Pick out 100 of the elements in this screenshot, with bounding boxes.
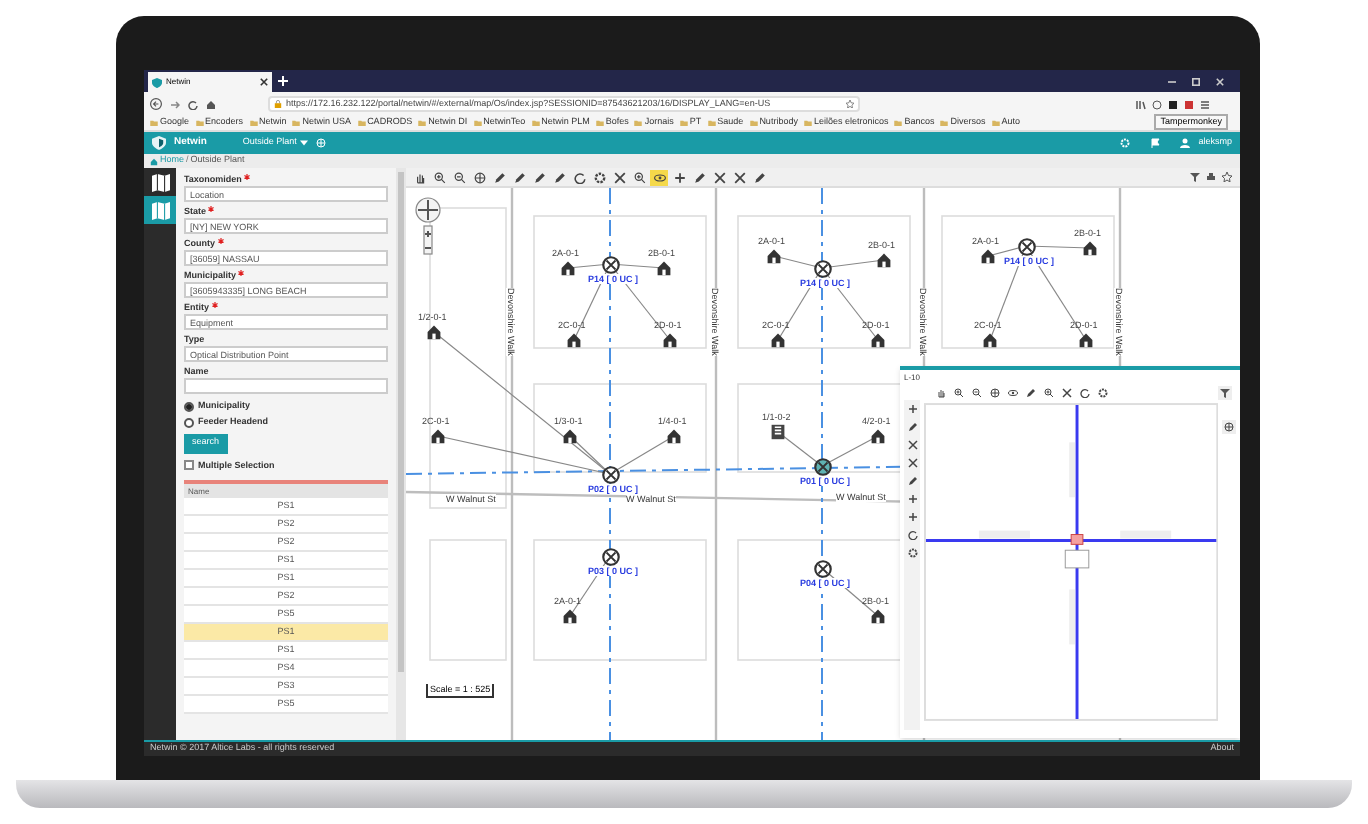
- house-icon[interactable]: [426, 324, 442, 340]
- map-tool-button[interactable]: [932, 385, 948, 399]
- back-icon[interactable]: [150, 98, 162, 110]
- refresh-icon: [573, 171, 585, 183]
- globe-button[interactable]: [1222, 420, 1236, 434]
- splitter-node-icon[interactable]: [1017, 237, 1035, 255]
- sync-icon[interactable]: [1152, 99, 1162, 109]
- close-icon[interactable]: [260, 78, 268, 86]
- house-icon[interactable]: [1078, 332, 1094, 348]
- folder-icon: [894, 120, 903, 126]
- map-tool-button[interactable]: [750, 169, 768, 185]
- map-tool-button[interactable]: [690, 169, 708, 185]
- map-tool-button[interactable]: [590, 169, 608, 185]
- house-icon[interactable]: [876, 252, 892, 268]
- house-icon[interactable]: [662, 332, 678, 348]
- filter-icon[interactable]: [1190, 172, 1200, 182]
- map-tool-button[interactable]: [730, 169, 748, 185]
- minimize-icon[interactable]: [1168, 77, 1176, 85]
- splitter-node-icon[interactable]: [813, 457, 831, 475]
- map-tool-button[interactable]: [470, 169, 488, 185]
- menu-icon[interactable]: [1200, 99, 1210, 109]
- cross-icon: [613, 171, 625, 183]
- map-tool-button[interactable]: [904, 418, 920, 434]
- filter-button[interactable]: [1218, 385, 1232, 399]
- map-tool-button[interactable]: [1058, 385, 1074, 399]
- house-icon[interactable]: [870, 428, 886, 444]
- map-tool-button[interactable]: [510, 169, 528, 185]
- library-icon[interactable]: [1136, 99, 1146, 109]
- splitter-node-icon[interactable]: [601, 547, 619, 565]
- scroll-thumb[interactable]: [398, 172, 404, 672]
- splitter-node-icon[interactable]: [813, 559, 831, 577]
- house-icon[interactable]: [980, 248, 996, 264]
- map-tool-button[interactable]: [904, 544, 920, 560]
- map-tool-button[interactable]: [1004, 385, 1020, 399]
- shield-icon: [152, 77, 162, 87]
- map-tool-button[interactable]: [1040, 385, 1056, 399]
- new-tab-icon[interactable]: [278, 76, 288, 86]
- map-tool-button[interactable]: [904, 436, 920, 452]
- user-icon: [1180, 138, 1191, 148]
- folder-icon: [749, 120, 758, 126]
- hand-icon: [935, 387, 945, 397]
- map-tool-button[interactable]: [1022, 385, 1038, 399]
- home-icon[interactable]: [206, 99, 216, 109]
- house-icon[interactable]: [666, 428, 682, 444]
- map-tool-button[interactable]: [570, 169, 588, 185]
- map-tool-button[interactable]: [450, 169, 468, 185]
- house-icon[interactable]: [770, 332, 786, 348]
- map-tool-button[interactable]: [530, 169, 548, 185]
- splitter-node-icon[interactable]: [601, 255, 619, 273]
- house-icon[interactable]: [870, 332, 886, 348]
- gear-icon[interactable]: [1120, 138, 1131, 148]
- folder-icon: [418, 120, 427, 126]
- map-tool-button[interactable]: [650, 169, 668, 185]
- house-icon[interactable]: [566, 332, 582, 348]
- map-tool-button[interactable]: [670, 169, 688, 185]
- map-tool-button[interactable]: [904, 526, 920, 542]
- reload-icon[interactable]: [188, 99, 198, 109]
- map-tool-button[interactable]: [904, 490, 920, 506]
- map-tool-button[interactable]: [904, 454, 920, 470]
- map-tool-button[interactable]: [1094, 385, 1110, 399]
- radio-button[interactable]: [184, 417, 194, 428]
- house-icon[interactable]: [560, 260, 576, 276]
- map-tool-button[interactable]: [630, 169, 648, 185]
- radio-button[interactable]: [184, 401, 194, 412]
- flag-icon[interactable]: [1150, 138, 1161, 148]
- star-icon[interactable]: [1222, 172, 1232, 182]
- house-icon[interactable]: [430, 428, 446, 444]
- map-tool-button[interactable]: [610, 169, 628, 185]
- splitter-node-icon[interactable]: [813, 259, 831, 277]
- house-icon[interactable]: [562, 608, 578, 624]
- building-icon[interactable]: [770, 424, 786, 440]
- map-tool-button[interactable]: [550, 169, 568, 185]
- map-tool-button[interactable]: [430, 169, 448, 185]
- map-tool-button[interactable]: [710, 169, 728, 185]
- map-tool-button[interactable]: [904, 508, 920, 524]
- forward-icon[interactable]: [170, 99, 180, 109]
- star-icon[interactable]: [846, 100, 854, 108]
- splitter-node-icon[interactable]: [601, 465, 619, 483]
- globe-icon[interactable]: [316, 138, 327, 148]
- map-tool-button[interactable]: [986, 385, 1002, 399]
- house-icon[interactable]: [656, 260, 672, 276]
- map-tool-button[interactable]: [968, 385, 984, 399]
- map-tool-button[interactable]: [904, 400, 920, 416]
- input-field[interactable]: [184, 378, 388, 394]
- house-icon[interactable]: [1082, 240, 1098, 256]
- checkbox[interactable]: [184, 460, 194, 471]
- zoom-control[interactable]: [414, 196, 442, 256]
- scrollbar[interactable]: [396, 168, 406, 740]
- house-icon[interactable]: [562, 428, 578, 444]
- map-tool-button[interactable]: [1076, 385, 1092, 399]
- pencil-icon: [1025, 387, 1035, 397]
- print-icon[interactable]: [1206, 172, 1216, 182]
- map-tool-button[interactable]: [490, 169, 508, 185]
- house-icon[interactable]: [870, 608, 886, 624]
- logo-icon: [152, 136, 166, 150]
- map-tool-button[interactable]: [904, 472, 920, 488]
- house-icon[interactable]: [982, 332, 998, 348]
- house-icon[interactable]: [766, 248, 782, 264]
- maximize-icon[interactable]: [1192, 77, 1200, 85]
- map-tool-button[interactable]: [950, 385, 966, 399]
